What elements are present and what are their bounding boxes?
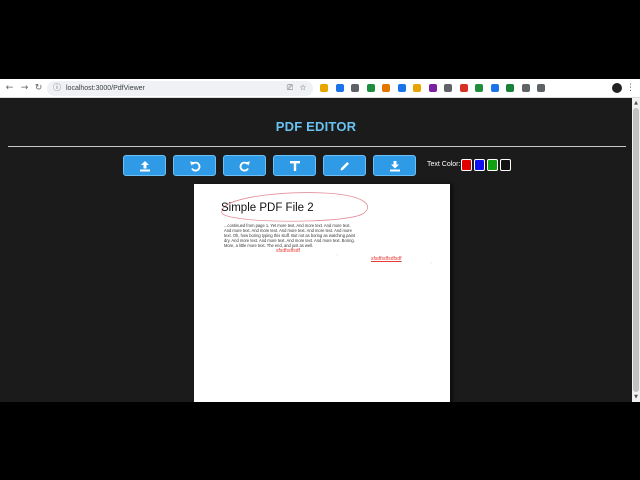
pencil-icon	[340, 162, 349, 171]
scroll-up-arrow-icon[interactable]: ▲	[632, 100, 640, 106]
browser-extension-icon[interactable]	[351, 84, 359, 92]
browser-extension-icon[interactable]	[335, 84, 344, 92]
screen-frame: ← → ↻ ⓘ localhost:3000/PdfViewer ⎚ ☆ ⋮ ▲…	[0, 0, 640, 480]
browser-extension-icon[interactable]	[459, 84, 468, 92]
browser-extension-icon[interactable]	[382, 84, 390, 92]
browser-extension-icon[interactable]	[428, 84, 437, 92]
browser-window: ← → ↻ ⓘ localhost:3000/PdfViewer ⎚ ☆ ⋮ ▲…	[0, 79, 640, 402]
redo-icon	[239, 161, 250, 172]
browser-extension-icon[interactable]	[521, 84, 530, 92]
pdf-page-canvas[interactable]: Simple PDF File 2 ...continued from page…	[194, 184, 450, 402]
undo-icon	[190, 161, 201, 172]
upload-icon	[140, 161, 150, 172]
reload-icon[interactable]: ↻	[33, 83, 44, 94]
url-text[interactable]: localhost:3000/PdfViewer	[66, 83, 145, 94]
browser-extension-icon[interactable]	[475, 84, 483, 92]
scroll-down-arrow-icon[interactable]: ▼	[632, 394, 640, 400]
add-text-button[interactable]	[273, 155, 316, 176]
download-icon	[390, 161, 400, 172]
address-bar[interactable]: ⓘ localhost:3000/PdfViewer ⎚ ☆	[47, 81, 313, 96]
color-swatch-blue[interactable]	[474, 159, 485, 171]
profile-avatar[interactable]	[612, 83, 622, 93]
pen-mark: ◦	[336, 252, 339, 257]
text-color-label: Text Color:	[427, 161, 461, 168]
redo-button[interactable]	[223, 155, 266, 176]
pen-mark: ◦	[430, 260, 433, 265]
back-icon[interactable]: ←	[4, 83, 15, 94]
upload-button[interactable]	[123, 155, 166, 176]
site-info-icon[interactable]: ⓘ	[53, 83, 63, 93]
bookmark-star-icon[interactable]: ☆	[298, 83, 308, 93]
pdf-body-text: ...continued from page 1. Yet more text.…	[224, 223, 355, 249]
text-annotation[interactable]: sfsdfsdfsdfsdf	[371, 256, 402, 262]
browser-extension-icon[interactable]	[506, 84, 514, 92]
browser-extension-icon[interactable]	[366, 84, 375, 92]
browser-toolbar: ← → ↻ ⓘ localhost:3000/PdfViewer ⎚ ☆ ⋮	[0, 79, 640, 98]
color-swatch-red[interactable]	[461, 159, 472, 171]
download-button[interactable]	[373, 155, 416, 176]
undo-button[interactable]	[173, 155, 216, 176]
draw-button[interactable]	[323, 155, 366, 176]
color-swatch-green[interactable]	[487, 159, 498, 171]
forward-icon[interactable]: →	[19, 83, 30, 94]
browser-extension-icon[interactable]	[413, 84, 421, 92]
install-app-icon[interactable]: ⎚	[285, 83, 295, 93]
browser-extension-icon[interactable]	[490, 84, 499, 92]
page-scrollbar[interactable]: ▲ ▼	[632, 98, 640, 402]
browser-extension-icon[interactable]	[537, 84, 545, 92]
browser-extension-icon[interactable]	[397, 84, 406, 92]
pdf-heading: Simple PDF File 2	[221, 202, 314, 214]
page-title: PDF EDITOR	[275, 119, 357, 134]
browser-extension-icon[interactable]	[320, 84, 328, 92]
browser-menu-icon[interactable]: ⋮	[626, 82, 635, 94]
color-swatch-black[interactable]	[500, 159, 511, 171]
browser-extension-icon[interactable]	[444, 84, 452, 92]
title-divider	[8, 146, 626, 147]
text-icon	[290, 161, 300, 171]
text-annotation[interactable]: sfsdfsdfsdf	[276, 248, 300, 254]
scrollbar-thumb[interactable]	[633, 108, 639, 392]
